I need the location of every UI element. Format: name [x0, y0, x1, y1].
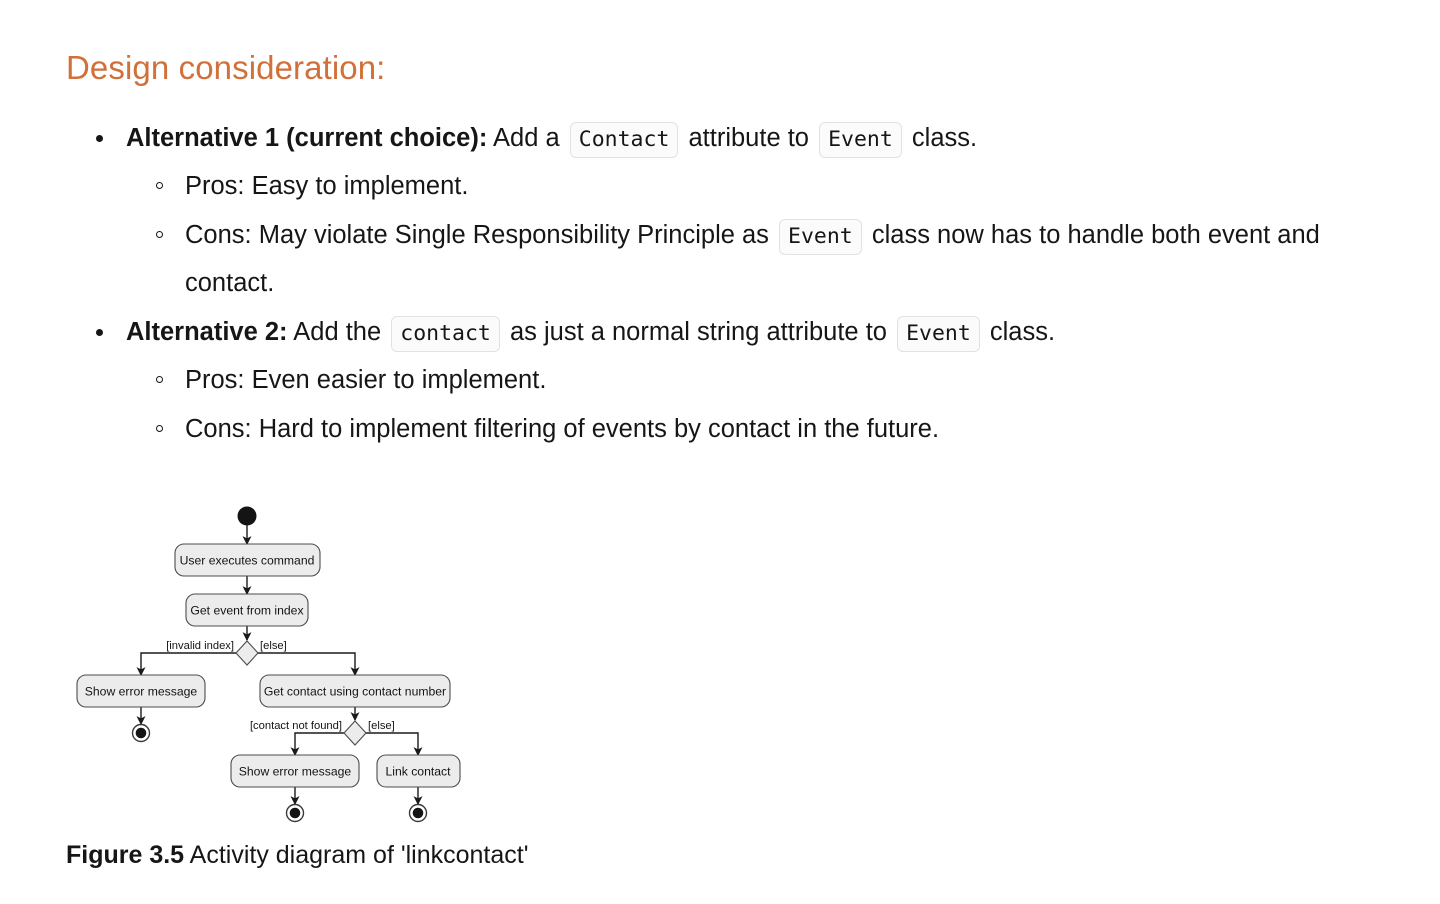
edge-decision-1-else	[257, 652, 360, 677]
alternative-1-cons-text-1: Cons: May violate Single Responsibility …	[185, 220, 769, 249]
node-label: User executes command	[180, 554, 315, 568]
alternative-2-pros-text: Pros: Even easier to implement.	[185, 366, 547, 395]
activity-diagram: User executes command Get event from ind…	[66, 492, 486, 837]
decision-node-1	[235, 640, 259, 666]
bullet-circle-icon	[156, 182, 163, 190]
node-user-executes-command: User executes command	[174, 543, 321, 577]
bullet-disc-icon	[96, 134, 103, 142]
node-label: Get event from index	[190, 604, 303, 618]
document-page: Design consideration: Alternative 1 (cur…	[0, 0, 1440, 904]
alternative-2-sublist: Pros: Even easier to implement. Cons: Ha…	[126, 356, 1400, 453]
decision-node-2	[343, 720, 367, 746]
alternative-2-pros-item: Pros: Even easier to implement.	[126, 356, 1400, 405]
end-node-icon-3	[408, 803, 428, 823]
bullet-circle-icon	[156, 376, 163, 384]
code-chip-event: Event	[779, 218, 862, 255]
node-get-event-from-index: Get event from index	[185, 593, 309, 627]
bullet-disc-icon	[96, 328, 103, 336]
figure-label: Figure 3.5	[66, 841, 185, 869]
alternative-1-text-2: attribute to	[688, 123, 809, 152]
code-chip-contact: Contact	[569, 121, 679, 158]
figure-caption: Figure 3.5 Activity diagram of 'linkcont…	[66, 840, 529, 871]
alternative-1-pros-item: Pros: Easy to implement.	[126, 162, 1400, 211]
alternative-2-cons-text: Cons: Hard to implement filtering of eve…	[185, 414, 940, 443]
alternative-2-text-2: as just a normal string attribute to	[509, 317, 887, 346]
alternative-1-sublist: Pros: Easy to implement. Cons: May viola…	[126, 162, 1400, 308]
page-title: Design consideration:	[66, 49, 386, 86]
code-chip-contact: contact	[391, 315, 500, 352]
end-node-icon-2	[285, 803, 305, 823]
node-label: Get contact using contact number	[264, 685, 446, 699]
alternative-1-pros-text: Pros: Easy to implement.	[185, 172, 469, 201]
code-chip-event: Event	[897, 315, 980, 352]
alternative-2-lead: Alternative 2:	[126, 317, 288, 346]
alternative-1-cons-item: Cons: May violate Single Responsibility …	[126, 211, 1400, 308]
alternative-2-text-3: class.	[989, 317, 1056, 346]
alternative-1-text-3: class.	[911, 123, 978, 152]
node-label: Show error message	[85, 685, 198, 699]
bullet-circle-icon	[156, 230, 163, 238]
node-label: Link contact	[385, 765, 451, 779]
edge-decision-2-contact-not-found	[290, 732, 345, 757]
alternative-1-lead: Alternative 1 (current choice):	[126, 123, 488, 152]
alternative-1-item: Alternative 1 (current choice): Add a Co…	[66, 114, 1400, 308]
guard-else-2: [else]	[368, 720, 395, 732]
alternative-2-item: Alternative 2: Add the contact as just a…	[66, 308, 1400, 454]
node-show-error-message-2: Show error message	[230, 754, 360, 788]
guard-invalid-index: [invalid index]	[166, 640, 234, 652]
alternative-2-text-1: Add the	[293, 317, 382, 346]
figure-caption-text: Activity diagram of 'linkcontact'	[184, 841, 529, 869]
code-chip-event: Event	[819, 121, 902, 158]
edge-decision-1-invalid-index	[136, 652, 237, 677]
start-node-icon	[237, 506, 257, 526]
end-node-icon-1	[131, 723, 151, 743]
bullet-circle-icon	[156, 424, 163, 432]
alternative-1-text-1: Add a	[493, 123, 560, 152]
node-show-error-message-1: Show error message	[76, 674, 206, 708]
alternative-2-cons-item: Cons: Hard to implement filtering of eve…	[126, 405, 1400, 454]
node-label: Show error message	[239, 765, 352, 779]
guard-contact-not-found: [contact not found]	[250, 720, 342, 732]
node-get-contact-using-contact-number: Get contact using contact number	[259, 674, 451, 708]
edge-decision-2-else	[365, 732, 423, 757]
alternatives-list: Alternative 1 (current choice): Add a Co…	[66, 114, 1400, 454]
guard-else-1: [else]	[260, 640, 287, 652]
node-link-contact: Link contact	[376, 754, 461, 788]
